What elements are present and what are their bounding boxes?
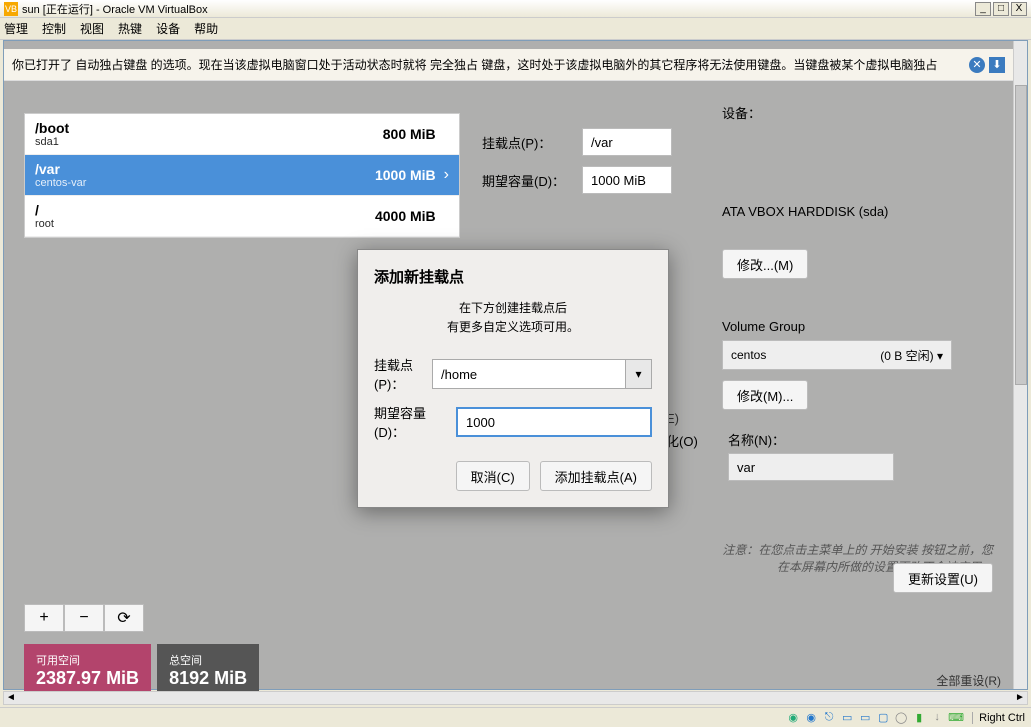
infobar-close-icon[interactable]: ✕ [969, 57, 985, 73]
shared-folder-icon[interactable]: ▭ [858, 711, 872, 725]
partition-device: root [35, 218, 375, 230]
minimize-button[interactable]: _ [975, 2, 991, 16]
window-title: sun [正在运行] - Oracle VM VirtualBox [22, 1, 975, 17]
capacity-label: 期望容量(D)： [482, 171, 582, 190]
available-space-value: 2387.97 MiB [36, 668, 139, 689]
reset-all-link[interactable]: 全部重设(R) [936, 672, 1001, 689]
total-space-label: 总空间 [169, 652, 247, 668]
menu-hotkeys[interactable]: 热键 [118, 20, 142, 37]
virtualbox-icon: VB [4, 2, 18, 16]
encrypt-text-right: 化(O) [666, 431, 698, 450]
menubar: 管理 控制 视图 热键 设备 帮助 [0, 18, 1031, 40]
menu-help[interactable]: 帮助 [194, 20, 218, 37]
dialog-desc-1: 在下方创建挂载点后 [374, 299, 652, 318]
maximize-button[interactable]: □ [993, 2, 1009, 16]
mouse-integration-icon[interactable]: ↓ [930, 711, 944, 725]
recording-icon[interactable]: ◯ [894, 711, 908, 725]
vertical-scrollbar[interactable] [1013, 41, 1027, 689]
close-button[interactable]: X [1011, 2, 1027, 16]
dialog-mount-combo[interactable]: ▾ [432, 359, 652, 389]
keyboard-capture-icon[interactable]: ⌨ [948, 711, 962, 725]
total-space-value: 8192 MiB [169, 668, 247, 689]
mount-input[interactable] [582, 128, 672, 156]
capacity-input[interactable] [582, 166, 672, 194]
dialog-capacity-input[interactable] [456, 407, 652, 437]
hard-disk-icon[interactable]: ◉ [786, 711, 800, 725]
partition-row-var[interactable]: /var centos-var 1000 MiB › [25, 155, 459, 196]
menu-devices[interactable]: 设备 [156, 20, 180, 37]
total-space-box: 总空间 8192 MiB [157, 644, 259, 697]
menu-view[interactable]: 视图 [80, 20, 104, 37]
host-key-indicator: Right Ctrl [972, 712, 1025, 724]
reload-button[interactable]: ⟳ [104, 604, 144, 632]
partition-mount: /boot [35, 120, 383, 136]
name-input[interactable] [728, 453, 894, 481]
dialog-mount-label: 挂载点(P)： [374, 355, 432, 393]
partition-device: sda1 [35, 136, 383, 148]
mount-label: 挂载点(P)： [482, 133, 582, 152]
available-space-box: 可用空间 2387.97 MiB [24, 644, 151, 697]
partition-size: 800 MiB [383, 126, 436, 142]
infobar-text: 你已打开了 自动独占键盘 的选项。现在当该虚拟电脑窗口处于活动状态时就将 完全独… [12, 56, 965, 73]
dialog-mount-input[interactable] [433, 360, 625, 388]
keyboard-capture-infobar: 你已打开了 自动独占键盘 的选项。现在当该虚拟电脑窗口处于活动状态时就将 完全独… [4, 49, 1013, 81]
available-space-label: 可用空间 [36, 652, 139, 668]
volume-group-label: Volume Group [722, 319, 993, 334]
partition-list: /boot sda1 800 MiB › /var centos-var 100… [24, 113, 460, 238]
scroll-left-icon[interactable]: ◄ [4, 692, 18, 704]
add-mount-point-dialog: 添加新挂载点 在下方创建挂载点后 有更多自定义选项可用。 挂载点(P)： ▾ 期… [357, 249, 669, 508]
guest-screen: 你已打开了 自动独占键盘 的选项。现在当该虚拟电脑窗口处于活动状态时就将 完全独… [4, 41, 1013, 689]
chevron-down-icon[interactable]: ▾ [625, 360, 651, 388]
cancel-button[interactable]: 取消(C) [456, 461, 530, 491]
space-summary: 可用空间 2387.97 MiB 总空间 8192 MiB [24, 644, 460, 697]
volume-group-select[interactable]: centos (0 B 空闲) ▾ [722, 340, 952, 370]
infobar-expand-icon[interactable]: ⬇ [989, 57, 1005, 73]
add-mount-point-button[interactable]: 添加挂载点(A) [540, 461, 652, 491]
vg-free: (0 B 空闲) [880, 349, 933, 363]
cpu-icon[interactable]: ▮ [912, 711, 926, 725]
network-icon[interactable]: ▭ [840, 711, 854, 725]
menu-control[interactable]: 控制 [42, 20, 66, 37]
vg-name: centos [731, 348, 766, 362]
partition-mount: /var [35, 161, 375, 177]
modify-vg-button[interactable]: 修改(M)... [722, 380, 808, 410]
horizontal-scrollbar[interactable]: ◄ ► [3, 691, 1028, 705]
vm-statusbar: ◉ ◉ ⎋ ▭ ▭ ▢ ◯ ▮ ↓ ⌨ Right Ctrl [0, 707, 1031, 727]
name-field-label: 名称(N)： [728, 430, 894, 449]
device-label: 设备： [722, 103, 993, 122]
remove-partition-button[interactable]: − [64, 604, 104, 632]
partition-row-boot[interactable]: /boot sda1 800 MiB › [25, 114, 459, 155]
usb-icon[interactable]: ⎋ [822, 711, 836, 725]
partition-size: 4000 MiB [375, 208, 436, 224]
window-titlebar: VB sun [正在运行] - Oracle VM VirtualBox _ □… [0, 0, 1031, 18]
chevron-down-icon: ▾ [937, 349, 943, 363]
dialog-desc-2: 有更多自定义选项可用。 [374, 318, 652, 337]
dialog-title: 添加新挂载点 [374, 266, 652, 287]
partition-size: 1000 MiB [375, 167, 436, 183]
partition-device: centos-var [35, 177, 375, 189]
menu-manage[interactable]: 管理 [4, 20, 28, 37]
scrollbar-thumb[interactable] [1015, 85, 1027, 385]
modify-device-button[interactable]: 修改...(M) [722, 249, 808, 279]
scroll-right-icon[interactable]: ► [1013, 692, 1027, 704]
optical-disk-icon[interactable]: ◉ [804, 711, 818, 725]
chevron-right-icon: › [444, 166, 449, 184]
partition-toolbar: + − ⟳ [24, 604, 460, 632]
device-name: ATA VBOX HARDDISK (sda) [722, 204, 993, 219]
display-icon[interactable]: ▢ [876, 711, 890, 725]
partition-row-root[interactable]: / root 4000 MiB › [25, 196, 459, 237]
partition-mount: / [35, 202, 375, 218]
note-line-1: 注意：在您点击主菜单上的 开始安装 按钮之前，您 [482, 541, 993, 558]
update-settings-button[interactable]: 更新设置(U) [893, 563, 993, 593]
add-partition-button[interactable]: + [24, 604, 64, 632]
dialog-capacity-label: 期望容量(D)： [374, 403, 456, 441]
vm-display-area: 你已打开了 自动独占键盘 的选项。现在当该虚拟电脑窗口处于活动状态时就将 完全独… [3, 40, 1028, 690]
